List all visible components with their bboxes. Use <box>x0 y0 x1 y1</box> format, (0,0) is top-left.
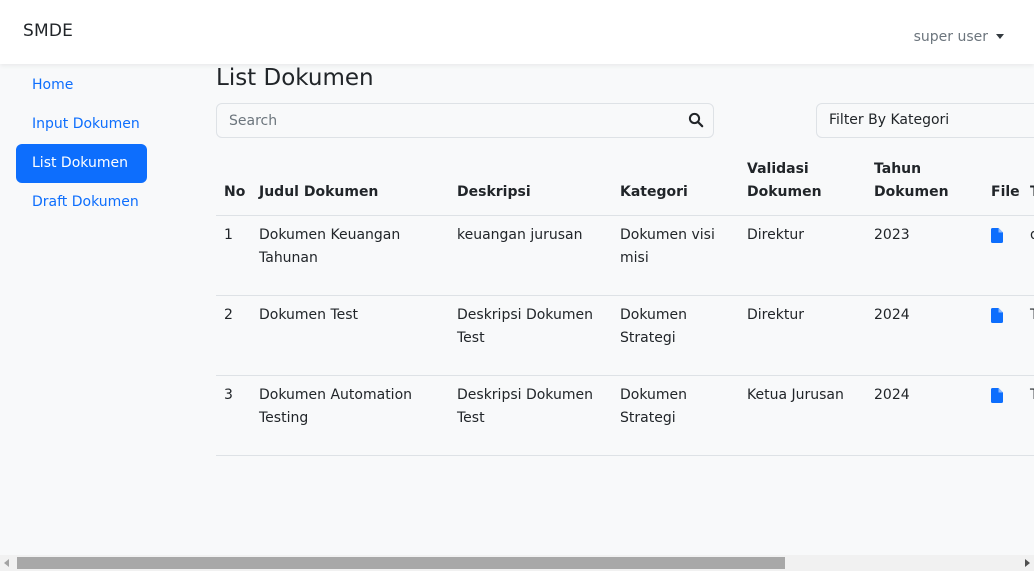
cell-judul: Dokumen Keuangan Tahunan <box>251 215 449 296</box>
sidebar-item-input-dokumen[interactable]: Input Dokumen <box>16 105 147 144</box>
sidebar-item-list-dokumen[interactable]: List Dokumen <box>16 144 147 183</box>
cell-tahun: 2023 <box>866 215 983 296</box>
scroll-right-arrow-icon[interactable] <box>1025 559 1030 567</box>
cell-validasi: Ketua Jurusan <box>739 375 866 456</box>
cell-no: 1 <box>216 215 251 296</box>
header-tahun-dokumen: Tahun Dokumen <box>866 154 983 216</box>
cell-tahun: 2024 <box>866 375 983 456</box>
header-truncated: T <box>1022 154 1034 216</box>
cell-file <box>983 375 1022 456</box>
cell-truncated: T <box>1022 375 1034 456</box>
scrollbar-thumb[interactable] <box>17 557 785 569</box>
cell-kategori: Dokumen visi misi <box>612 215 739 296</box>
cell-judul: Dokumen Test <box>251 295 449 376</box>
cell-file <box>983 215 1022 296</box>
cell-tahun: 2024 <box>866 295 983 376</box>
cell-deskripsi: Deskripsi Dokumen Test <box>449 375 612 456</box>
cell-validasi: Direktur <box>739 295 866 376</box>
sidebar-item-draft-dokumen[interactable]: Draft Dokumen <box>16 183 147 222</box>
header-deskripsi: Deskripsi <box>449 154 612 216</box>
sidebar: Home Input Dokumen List Dokumen Draft Do… <box>16 66 147 222</box>
dokumen-table-container: No Judul Dokumen Deskripsi Kategori Vali… <box>216 154 1034 456</box>
sidebar-item-home[interactable]: Home <box>16 66 147 105</box>
user-name: super user <box>913 29 988 45</box>
cell-no: 3 <box>216 375 251 456</box>
cell-kategori: Dokumen Strategi <box>612 375 739 456</box>
cell-file <box>983 295 1022 376</box>
cell-validasi: Direktur <box>739 215 866 296</box>
page-title: List Dokumen <box>216 65 374 91</box>
scroll-left-arrow-icon[interactable] <box>4 559 9 567</box>
cell-deskripsi: keuangan jurusan <box>449 215 612 296</box>
top-navbar: SMDE super user <box>0 0 1034 64</box>
table-row: 3 Dokumen Automation Testing Deskripsi D… <box>216 375 1034 456</box>
table-row: 1 Dokumen Keuangan Tahunan keuangan juru… <box>216 215 1034 296</box>
user-menu-dropdown[interactable]: super user <box>914 29 1004 45</box>
file-icon[interactable] <box>991 228 1003 243</box>
cell-truncated: T <box>1022 295 1034 376</box>
header-judul-dokumen: Judul Dokumen <box>251 154 449 216</box>
kategori-filter-select[interactable]: Filter By Kategori <box>816 103 1034 138</box>
header-kategori: Kategori <box>612 154 739 216</box>
cell-truncated: d b <box>1022 215 1034 296</box>
cell-no: 2 <box>216 295 251 376</box>
file-icon[interactable] <box>991 388 1003 403</box>
search-icon[interactable] <box>688 112 704 128</box>
horizontal-scrollbar[interactable] <box>0 555 1034 571</box>
cell-judul: Dokumen Automation Testing <box>251 375 449 456</box>
table-row: 2 Dokumen Test Deskripsi Dokumen Test Do… <box>216 295 1034 376</box>
brand-logo[interactable]: SMDE <box>23 21 73 41</box>
cell-kategori: Dokumen Strategi <box>612 295 739 376</box>
search-box <box>216 103 714 138</box>
header-no: No <box>216 154 251 216</box>
dokumen-table: No Judul Dokumen Deskripsi Kategori Vali… <box>216 154 1034 456</box>
file-icon[interactable] <box>991 308 1003 323</box>
cell-deskripsi: Deskripsi Dokumen Test <box>449 295 612 376</box>
header-validasi-dokumen: Validasi Dokumen <box>739 154 866 216</box>
caret-down-icon <box>996 33 1004 39</box>
search-input[interactable] <box>217 104 677 137</box>
table-header-row: No Judul Dokumen Deskripsi Kategori Vali… <box>216 154 1034 216</box>
header-file: File <box>983 154 1022 216</box>
